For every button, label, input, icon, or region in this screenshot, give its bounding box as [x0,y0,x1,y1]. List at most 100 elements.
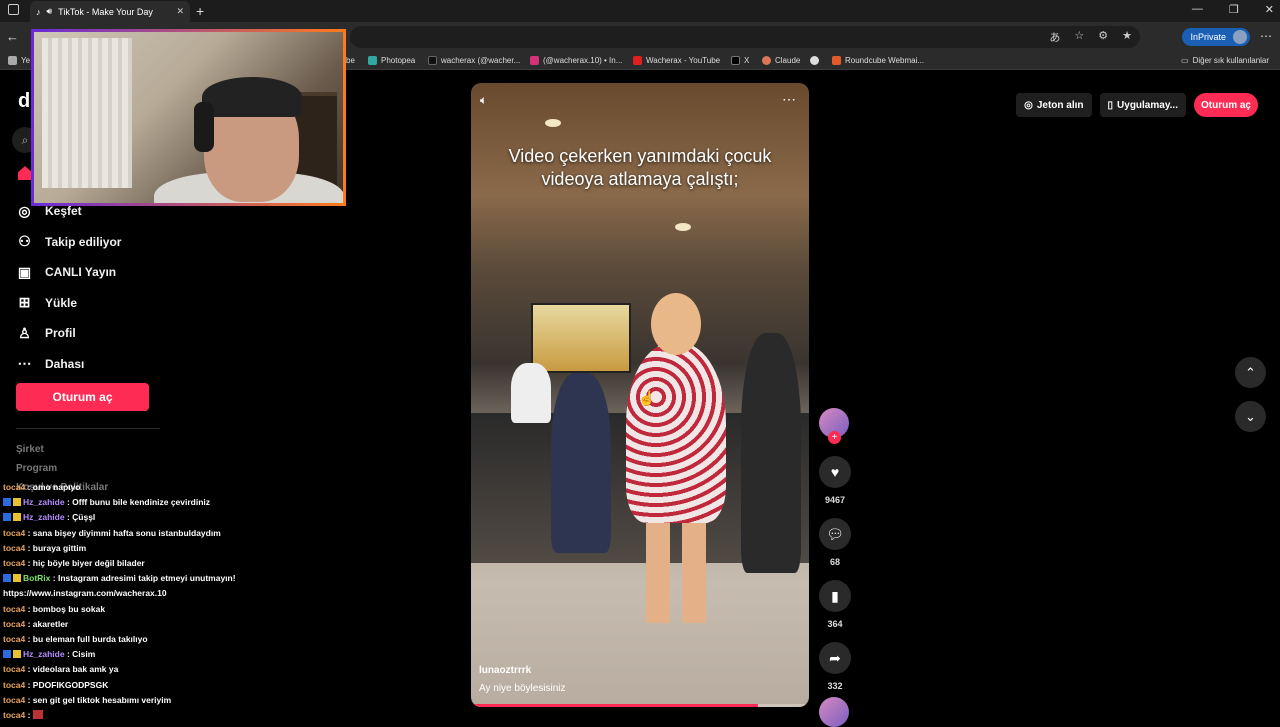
chat-message: toca4 : sen git gel tiktok hesabımı veri… [3,693,303,708]
sidebar-login-button[interactable]: Oturum aç [16,383,149,411]
chat-username[interactable]: toca4 [3,604,25,614]
address-bar-icons: あ ☆ ⚙ ★ [1049,29,1132,45]
stream-chat-overlay: toca4 : omo napıyo Hz_zahide : Offf bunu … [3,480,303,723]
footer-link[interactable]: Şirket [16,440,108,459]
volume-icon[interactable]: 🔈︎ [480,93,487,108]
restore-icon[interactable]: ❐ [1229,3,1239,16]
menu-board [531,303,631,373]
tiktok-favicon-icon: ♪ [36,6,41,17]
chat-username[interactable]: toca4 [3,664,25,674]
bookmark-icon[interactable]: ▮ [819,580,851,612]
chat-badge-icon [3,498,11,507]
chat-message: toca4 : bomboş bu sokak [3,602,303,617]
sidebar-item-following[interactable]: ⚇ Takip ediliyor [16,227,176,258]
bookmark-item[interactable]: Ye [8,56,30,65]
chat-message: toca4 : [3,708,303,723]
headset-icon [194,102,214,152]
webcam-hair [202,77,302,117]
chat-message: toca4 : videolara bak amk ya [3,662,303,677]
chat-username[interactable]: toca4 [3,634,25,644]
close-tab-icon[interactable]: ✕ [176,6,184,17]
creator-avatar[interactable]: + [819,408,849,444]
chat-username[interactable]: Hz_zahide [23,497,65,507]
star-icon[interactable]: ☆ [1074,29,1084,45]
back-arrow-icon[interactable]: ← [6,29,19,44]
chat-message: toca4 : omo napıyo [3,480,303,495]
chat-username[interactable]: toca4 [3,558,25,568]
share-action[interactable]: ➦ 332 [819,642,851,691]
bookmark-item[interactable]: wacherax (@wacher... [428,56,520,65]
sidebar-item-profile[interactable]: ♙ Profil [16,318,176,349]
share-count: 332 [827,681,843,691]
bookmark-item[interactable]: (@wacherax.10) • In... [530,56,622,65]
sidebar-item-more[interactable]: ⋯ Dahası [16,349,176,380]
inprivate-label: InPrivate [1190,32,1226,42]
bookmark-item[interactable] [810,56,819,65]
new-tab-button[interactable]: + [196,3,204,19]
bookmark-item[interactable]: X [731,56,749,65]
chat-message: toca4 : hiç böyle biyer değil bilader [3,556,303,571]
sidebar-item-label: CANLI Yayın [45,265,117,280]
chat-message: toca4 : bu eleman full burda takılıyo [3,632,303,647]
inprivate-badge[interactable]: InPrivate [1182,28,1250,46]
close-window-icon[interactable]: ✕ [1265,3,1274,16]
comment-action[interactable]: 💬︎ 68 [819,518,851,567]
sidebar-item-live[interactable]: ▣ CANLI Yayın [16,257,176,288]
chat-username[interactable]: toca4 [3,482,25,492]
sidebar-item-upload[interactable]: ⊞ Yükle [16,288,176,319]
tiktok-logo[interactable]: d [18,90,30,113]
person-icon: ♙ [18,324,31,341]
extensions-icon[interactable]: ⚙ [1098,29,1108,45]
chat-username[interactable]: Hz_zahide [23,649,65,659]
favorites-icon[interactable]: ★ [1122,29,1132,45]
bookmark-folder[interactable]: ▭ Diğer sık kullanılanlar [1181,56,1269,65]
profile-avatar [1233,30,1247,44]
tab-actions-icon[interactable] [8,4,19,15]
heart-icon[interactable]: ♥ [819,456,851,488]
chat-username[interactable]: Hz_zahide [23,512,65,522]
sidebar-item-label: Profil [45,326,76,341]
more-options-icon[interactable]: ⋯ [782,91,797,108]
browser-menu-icon[interactable]: ⋯ [1260,29,1272,43]
subject-legs [646,513,706,623]
ellipsis-icon: ⋯ [17,355,32,372]
comment-icon[interactable]: 💬︎ [819,518,851,550]
minimize-icon[interactable]: — [1192,3,1203,16]
bookmark-item[interactable]: Photopea [368,56,415,65]
live-icon: ▣ [17,263,32,280]
next-video-button[interactable]: ⌄ [1235,401,1266,432]
address-input[interactable] [350,26,1140,48]
bookmark-item[interactable]: be [346,56,355,65]
chat-badge-icon [13,513,21,522]
get-coins-button[interactable]: ◎ Jeton alın [1016,93,1092,117]
sidebar-item-label: Takip ediliyor [45,234,122,249]
video-author[interactable]: lunaoztrrrk [479,665,531,676]
previous-video-button[interactable]: ⌃ [1235,357,1266,388]
top-login-button[interactable]: Oturum aç [1193,93,1258,117]
bookmark-item[interactable]: Roundcube Webmai... [832,56,924,65]
chat-username[interactable]: toca4 [3,695,25,705]
chat-username[interactable]: toca4 [3,710,25,720]
browser-tab[interactable]: ♪ 🔊︎ TikTok - Make Your Day ✕ [30,1,190,22]
speaker-icon[interactable]: 🔊︎ [47,6,53,17]
get-app-button[interactable]: ▯ Uygulamay... [1099,93,1186,117]
music-disc-avatar[interactable] [819,697,849,727]
save-action[interactable]: ▮ 364 [819,580,851,629]
chat-separator: : [50,573,58,584]
chat-username[interactable]: BotRix [23,573,50,583]
share-icon[interactable]: ➦ [819,642,851,674]
video-progress-bar[interactable] [471,704,809,707]
follow-plus-icon[interactable]: + [828,431,841,444]
chat-username[interactable]: toca4 [3,619,25,629]
chat-username[interactable]: toca4 [3,543,25,553]
bookmark-item[interactable]: Claude [762,56,800,65]
chat-username[interactable]: toca4 [3,680,25,690]
chat-text: Cisim [72,649,96,660]
webcam-overlay [31,29,346,206]
like-action[interactable]: ♥ 9467 [819,456,851,505]
footer-link[interactable]: Program [16,459,108,478]
bookmark-item[interactable]: Wacherax - YouTube [633,56,720,65]
translate-icon[interactable]: あ [1049,29,1060,45]
chat-username[interactable]: toca4 [3,528,25,538]
home-icon[interactable] [18,166,32,180]
